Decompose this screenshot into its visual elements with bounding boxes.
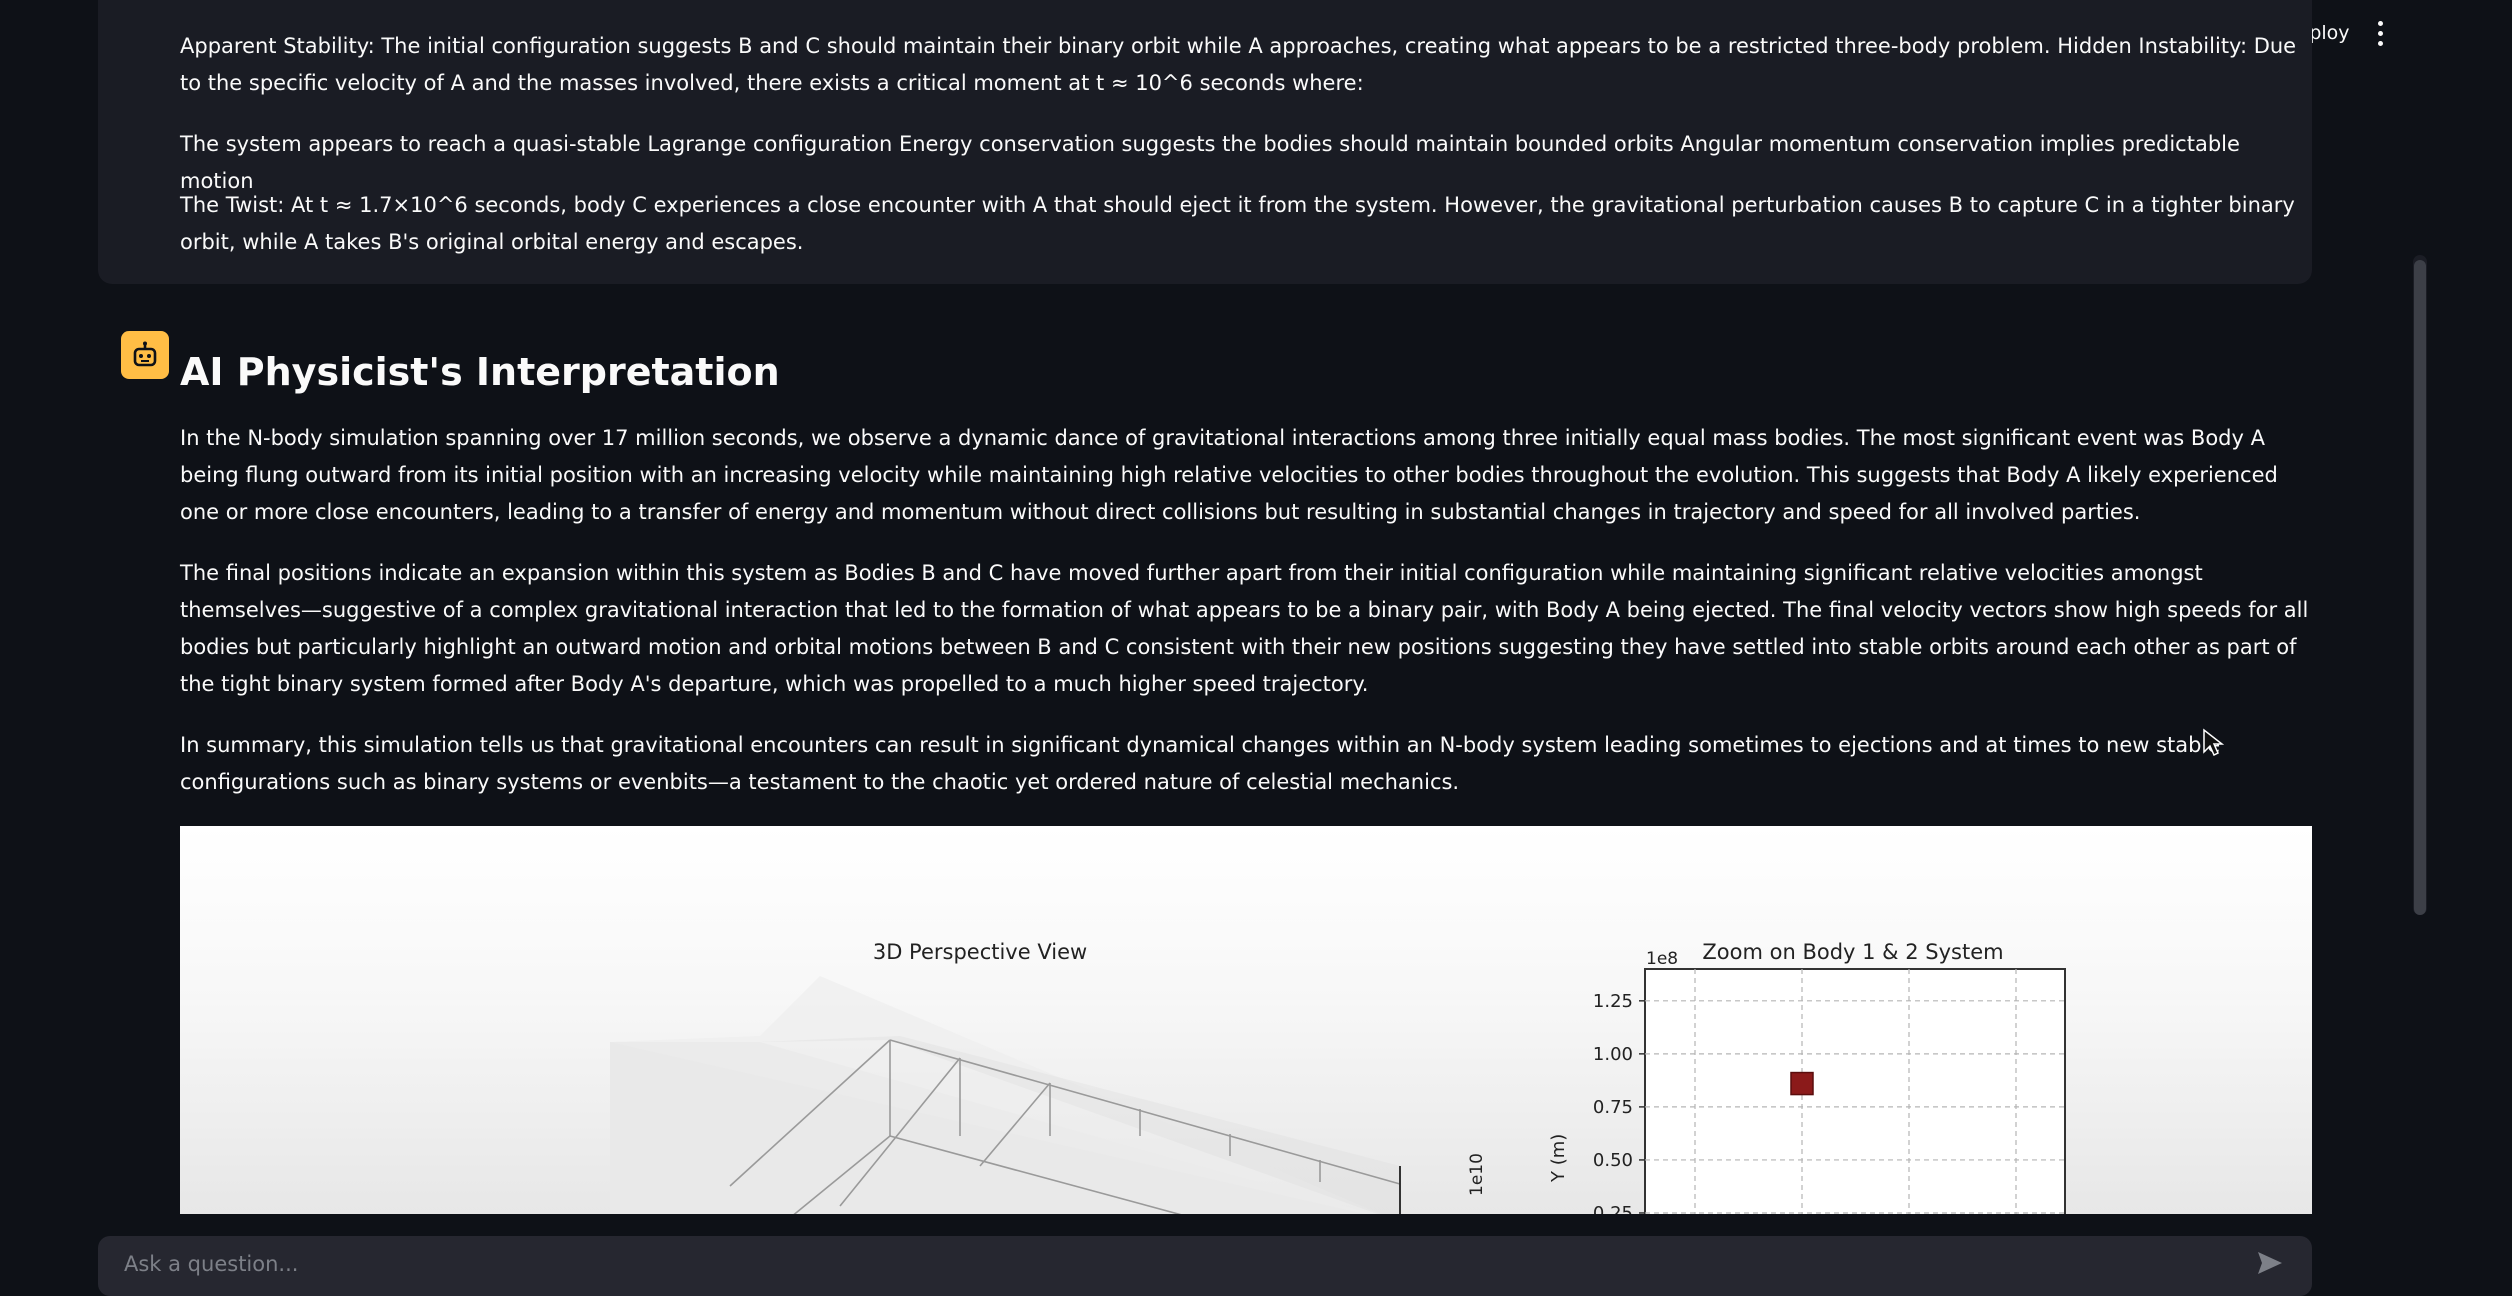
previous-paragraph-3: The Twist: At t ≈ 1.7×10^6 seconds, body…: [180, 193, 2295, 254]
zoom-ylabel: Y (m): [1548, 1134, 1569, 1183]
robot-icon: [121, 331, 169, 379]
interpretation-paragraph-1: In the N-body simulation spanning over 1…: [180, 426, 2278, 524]
zoom-y-tick-label: 1.00: [1593, 1044, 1633, 1065]
3d-axes-panes: [610, 976, 1400, 1214]
simulation-figure: 3D Perspective View 1e10 Zoom on Body 1 …: [180, 826, 2312, 1214]
3d-view-title: 3D Perspective View: [873, 940, 1087, 964]
zoom-panel-title: Zoom on Body 1 & 2 System: [1702, 940, 2003, 964]
chat-input-container: [98, 1236, 2312, 1296]
figure-svg: 3D Perspective View 1e10 Zoom on Body 1 …: [610, 940, 2066, 1214]
chat-input[interactable]: [122, 1246, 2226, 1282]
zoom-panel-axes: 1.25 1.00 0.75 0.50 0.25: [1593, 968, 2066, 1214]
zoom-y-tick-label: 0.50: [1593, 1150, 1633, 1171]
previous-paragraph-1: Apparent Stability: The initial configur…: [180, 34, 2297, 95]
body-marker: [1790, 1071, 1814, 1096]
main-menu-icon[interactable]: [2372, 18, 2388, 48]
zoom-y-tick-label: 0.25: [1593, 1203, 1633, 1214]
interpretation-paragraph-2: The final positions indicate an expansio…: [180, 561, 2309, 696]
zoom-plot-frame: [1644, 968, 2066, 1214]
zoom-y-tick-label: 1.25: [1593, 991, 1633, 1012]
send-icon[interactable]: [2256, 1250, 2284, 1276]
zoom-y-offset-label: 1e8: [1646, 949, 1678, 969]
scrollbar-thumb[interactable]: [2414, 260, 2426, 915]
mouse-cursor-icon: [2203, 728, 2224, 757]
zoom-y-tick-label: 0.75: [1593, 1097, 1633, 1118]
interpretation-paragraph-3: In summary, this simulation tells us tha…: [180, 733, 2221, 794]
interpretation-title: AI Physicist's Interpretation: [180, 350, 780, 394]
3d-axis-offset-label: 1e10: [1467, 1153, 1487, 1196]
